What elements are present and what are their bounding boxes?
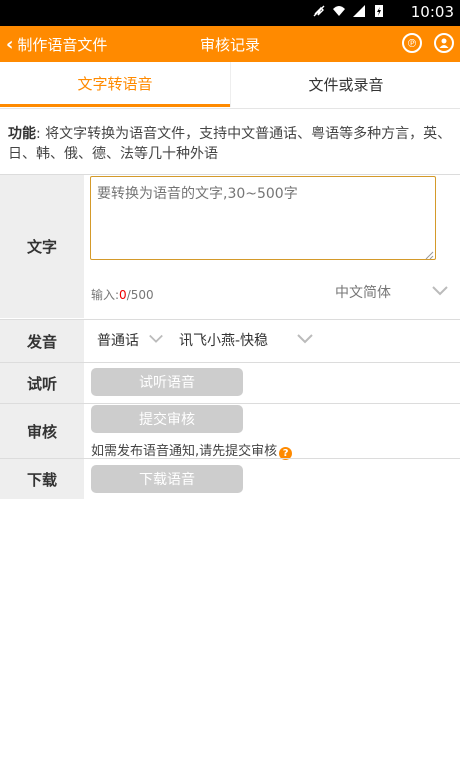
tab-bar: 文字转语音 文件或录音 <box>0 62 460 109</box>
status-time: 10:03 <box>410 3 454 21</box>
wifi-icon <box>333 6 345 16</box>
counter-max: /500 <box>126 288 154 302</box>
listen-button[interactable]: 试听语音 <box>91 368 243 396</box>
mute-icon <box>313 5 325 17</box>
listen-label: 试听 <box>0 363 84 403</box>
text-label: 文字 <box>0 175 84 318</box>
user-icon[interactable] <box>434 33 454 53</box>
counter-current: 0 <box>119 288 127 302</box>
language-select[interactable]: 中文简体 <box>335 282 391 302</box>
submit-review-button[interactable]: 提交审核 <box>91 405 243 433</box>
description-prefix: 功能 <box>8 126 36 142</box>
chevron-down-icon[interactable] <box>296 333 314 345</box>
help-icon[interactable]: ℗ <box>402 33 422 53</box>
description-text: : 将文字转换为语音文件，支持中文普通话、粤语等多种方言，英、日、韩、俄、德、法… <box>8 126 452 162</box>
chevron-left-icon: ‹ <box>6 33 14 55</box>
signal-icon <box>353 5 365 17</box>
user-glyph <box>439 38 449 48</box>
back-label: 制作语音文件 <box>17 35 108 54</box>
text-input[interactable] <box>90 176 436 260</box>
status-bar: 10:03 <box>0 0 460 26</box>
feature-description: 功能: 将文字转换为语音文件，支持中文普通话、粤语等多种方言，英、日、韩、俄、德… <box>8 124 452 164</box>
back-button[interactable]: ‹ 制作语音文件 <box>6 26 107 62</box>
title-bar: ‹ 制作语音文件 审核记录 ℗ <box>0 26 460 62</box>
review-hint: 如需发布语音通知,请先提交审核? <box>91 440 293 460</box>
download-label: 下载 <box>0 459 84 499</box>
chevron-down-icon[interactable] <box>148 333 164 345</box>
review-label: 审核 <box>0 404 84 458</box>
review-hint-text: 如需发布语音通知,请先提交审核 <box>91 444 278 459</box>
download-button[interactable]: 下载语音 <box>91 465 243 493</box>
counter-prefix: 输入: <box>91 288 120 302</box>
resize-grip-icon[interactable] <box>424 250 434 260</box>
char-counter: 输入:0/500 <box>91 286 154 303</box>
battery-icon <box>375 5 383 17</box>
voice-select[interactable]: 讯飞小燕-快稳 <box>179 330 268 350</box>
voice-label: 发音 <box>0 320 84 362</box>
dialect-select[interactable]: 普通话 <box>97 330 139 350</box>
chevron-down-icon[interactable] <box>431 285 449 297</box>
tab-file-or-recording[interactable]: 文件或录音 <box>230 62 460 107</box>
review-records-link[interactable]: 审核记录 <box>200 26 260 62</box>
tab-text-to-speech[interactable]: 文字转语音 <box>0 62 230 107</box>
